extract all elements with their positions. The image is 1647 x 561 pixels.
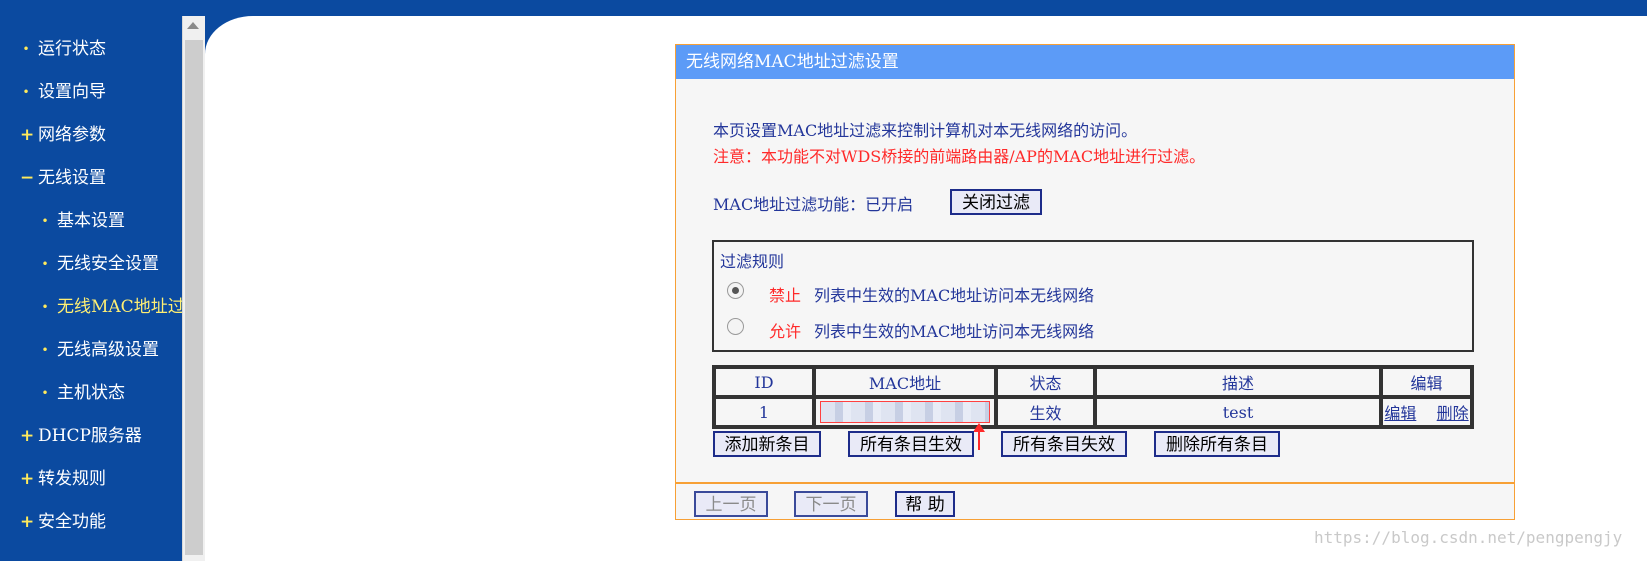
sidebar-item-label: 转发规则 — [38, 469, 106, 489]
bullet-icon: • — [41, 343, 49, 357]
mac-filter-panel: 无线网络MAC地址过滤设置 本页设置MAC地址过滤来控制计算机对本无线网络的访问… — [675, 44, 1515, 520]
panel-divider — [676, 482, 1514, 484]
mac-table: ID MAC地址 状态 描述 编辑 1 生效 test 编辑 删除 — [712, 365, 1474, 429]
scroll-thumb[interactable] — [185, 40, 203, 555]
column-header-edit: 编辑 — [1381, 367, 1472, 397]
watermark-url: https://blog.csdn.net/pengpengjy — [1314, 528, 1623, 547]
bullet-icon: • — [22, 42, 30, 56]
scroll-up-arrow-icon[interactable] — [187, 22, 199, 29]
deny-description: 列表中生效的MAC地址访问本无线网络 — [814, 286, 1095, 305]
expand-icon: + — [20, 469, 35, 489]
expand-icon: + — [20, 512, 35, 532]
help-button[interactable]: 帮 助 — [895, 491, 955, 517]
sidebar-item-wireless-security[interactable]: • 无线安全设置 — [39, 249, 159, 279]
table-row: 1 生效 test 编辑 删除 — [714, 397, 1472, 427]
column-header-status: 状态 — [996, 367, 1095, 397]
expand-icon: + — [20, 426, 35, 446]
add-entry-button[interactable]: 添加新条目 — [713, 431, 821, 457]
arrow-up-icon — [973, 423, 985, 432]
disable-filter-button[interactable]: 关闭过滤 — [950, 189, 1042, 215]
table-header-row: ID MAC地址 状态 描述 编辑 — [714, 367, 1472, 397]
edit-link[interactable]: 编辑 — [1384, 404, 1416, 423]
bullet-icon: • — [41, 386, 49, 400]
enable-all-button[interactable]: 所有条目生效 — [848, 431, 974, 457]
deny-radio[interactable] — [727, 282, 744, 299]
sidebar-item-wizard[interactable]: • 设置向导 — [20, 77, 106, 107]
sidebar-item-label: 基本设置 — [57, 211, 125, 231]
sidebar-item-network[interactable]: + 网络参数 — [20, 120, 106, 150]
bullet-icon: • — [41, 257, 49, 271]
delete-link[interactable]: 删除 — [1437, 404, 1469, 423]
column-header-id: ID — [714, 367, 814, 397]
sidebar-item-host-status[interactable]: • 主机状态 — [39, 378, 125, 408]
deny-label: 禁止 — [769, 286, 802, 305]
panel-title: 无线网络MAC地址过滤设置 — [676, 45, 1514, 79]
sidebar-item-wireless-advanced[interactable]: • 无线高级设置 — [39, 335, 159, 365]
sidebar-item-label: 运行状态 — [38, 39, 106, 59]
sidebar-item-forwarding[interactable]: + 转发规则 — [20, 464, 106, 494]
disable-all-button[interactable]: 所有条目失效 — [1001, 431, 1127, 457]
sidebar-item-label: 主机状态 — [57, 383, 125, 403]
column-header-description: 描述 — [1095, 367, 1381, 397]
sidebar-item-label: 无线安全设置 — [57, 254, 159, 274]
top-banner — [0, 0, 1647, 16]
sidebar-item-wireless[interactable]: − 无线设置 — [20, 163, 106, 193]
cell-description: test — [1095, 397, 1381, 427]
allow-radio[interactable] — [727, 318, 744, 335]
sidebar-item-label: 网络参数 — [38, 125, 106, 145]
bullet-icon: • — [41, 214, 49, 228]
sidebar-item-basic[interactable]: • 基本设置 — [39, 206, 125, 236]
mac-address-redacted — [820, 401, 990, 423]
sidebar-item-label: DHCP服务器 — [38, 426, 142, 446]
column-header-mac: MAC地址 — [814, 367, 996, 397]
notice-text: 注意：本功能不对WDS桥接的前端路由器/AP的MAC地址进行过滤。 — [713, 147, 1206, 166]
sidebar-item-label: 无线MAC地址过滤 — [57, 297, 182, 317]
cell-edit-actions: 编辑 删除 — [1381, 397, 1472, 427]
cell-mac — [814, 397, 996, 427]
bullet-icon: • — [22, 85, 30, 99]
cell-id: 1 — [714, 397, 814, 427]
sidebar-item-dhcp[interactable]: + DHCP服务器 — [20, 421, 142, 451]
allow-description: 列表中生效的MAC地址访问本无线网络 — [814, 322, 1095, 341]
intro-text: 本页设置MAC地址过滤来控制计算机对本无线网络的访问。 — [713, 121, 1138, 140]
expand-icon: + — [20, 125, 35, 145]
cell-status: 生效 — [996, 397, 1095, 427]
next-page-button[interactable]: 下一页 — [794, 491, 868, 517]
collapse-icon: − — [20, 168, 35, 188]
filter-rule-title: 过滤规则 — [720, 252, 785, 271]
sidebar-item-label: 安全功能 — [38, 512, 106, 532]
annotation-arrow-shaft — [978, 430, 980, 450]
prev-page-button[interactable]: 上一页 — [694, 491, 768, 517]
filter-status-text: MAC地址过滤功能：已开启 — [713, 195, 914, 214]
sidebar-item-status[interactable]: • 运行状态 — [20, 34, 106, 64]
sidebar-menu: • 运行状态 • 设置向导 + 网络参数 − 无线设置 • 基本设置 • 无线安全设置 • 无… — [0, 16, 182, 561]
delete-all-button[interactable]: 删除所有条目 — [1154, 431, 1280, 457]
sidebar-scrollbar[interactable] — [182, 16, 205, 561]
filter-rule-box: 过滤规则 禁止 列表中生效的MAC地址访问本无线网络 允许 列表中生效的MAC地… — [712, 240, 1474, 352]
sidebar-item-mac-filter[interactable]: • 无线MAC地址过滤 — [39, 292, 182, 322]
sidebar-item-label: 无线设置 — [38, 168, 106, 188]
allow-label: 允许 — [769, 322, 802, 341]
sidebar-item-label: 设置向导 — [38, 82, 106, 102]
bullet-icon: • — [41, 300, 49, 314]
sidebar-item-security[interactable]: + 安全功能 — [20, 507, 106, 537]
sidebar-item-label: 无线高级设置 — [57, 340, 159, 360]
